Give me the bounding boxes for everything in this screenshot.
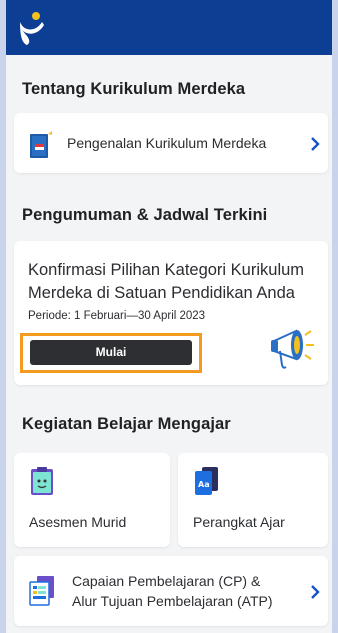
tile-asesmen-murid[interactable]: Asesmen Murid xyxy=(14,453,170,547)
book-icon xyxy=(30,131,52,158)
tile-perangkat-ajar[interactable]: Aa Perangkat Ajar xyxy=(178,453,328,547)
cp-atp-label: Capaian Pembelajaran (CP) & Alur Tujuan … xyxy=(72,571,273,611)
section-title-announcements: Pengumuman & Jadwal Terkini xyxy=(22,206,268,224)
assessment-icon xyxy=(31,467,53,495)
mulai-button[interactable]: Mulai xyxy=(30,340,192,365)
section-title-about: Tentang Kurikulum Merdeka xyxy=(22,80,246,98)
app-frame: Tentang Kurikulum Merdeka Pengenalan Kur… xyxy=(6,0,332,633)
section-title-teaching: Kegiatan Belajar Mengajar xyxy=(22,415,231,433)
announcement-card: Konfirmasi Pilihan Kategori Kurikulum Me… xyxy=(14,241,328,385)
chevron-right-icon xyxy=(311,585,320,599)
cp-atp-label-line2: Alur Tujuan Pembelajaran (ATP) xyxy=(72,593,273,609)
intro-kurikulum-label: Pengenalan Kurikulum Merdeka xyxy=(67,135,267,151)
chevron-right-icon xyxy=(311,137,320,151)
teaching-kit-icon: Aa xyxy=(195,467,218,495)
cp-atp-label-line1: Capaian Pembelajaran (CP) & xyxy=(72,573,261,589)
announcement-period: Periode: 1 Februari—30 April 2023 xyxy=(28,310,206,322)
top-bar xyxy=(6,0,332,55)
cp-atp-card[interactable]: Capaian Pembelajaran (CP) & Alur Tujuan … xyxy=(14,556,328,626)
app-logo-icon[interactable] xyxy=(18,10,46,46)
svg-text:Aa: Aa xyxy=(198,480,210,489)
announcement-title: Konfirmasi Pilihan Kategori Kurikulum Me… xyxy=(28,261,305,302)
tile-perangkat-label: Perangkat Ajar xyxy=(193,514,285,530)
tile-asesmen-label: Asesmen Murid xyxy=(29,514,127,530)
megaphone-icon xyxy=(271,329,314,369)
documents-icon xyxy=(29,576,54,606)
intro-kurikulum-card[interactable]: Pengenalan Kurikulum Merdeka xyxy=(14,113,328,173)
